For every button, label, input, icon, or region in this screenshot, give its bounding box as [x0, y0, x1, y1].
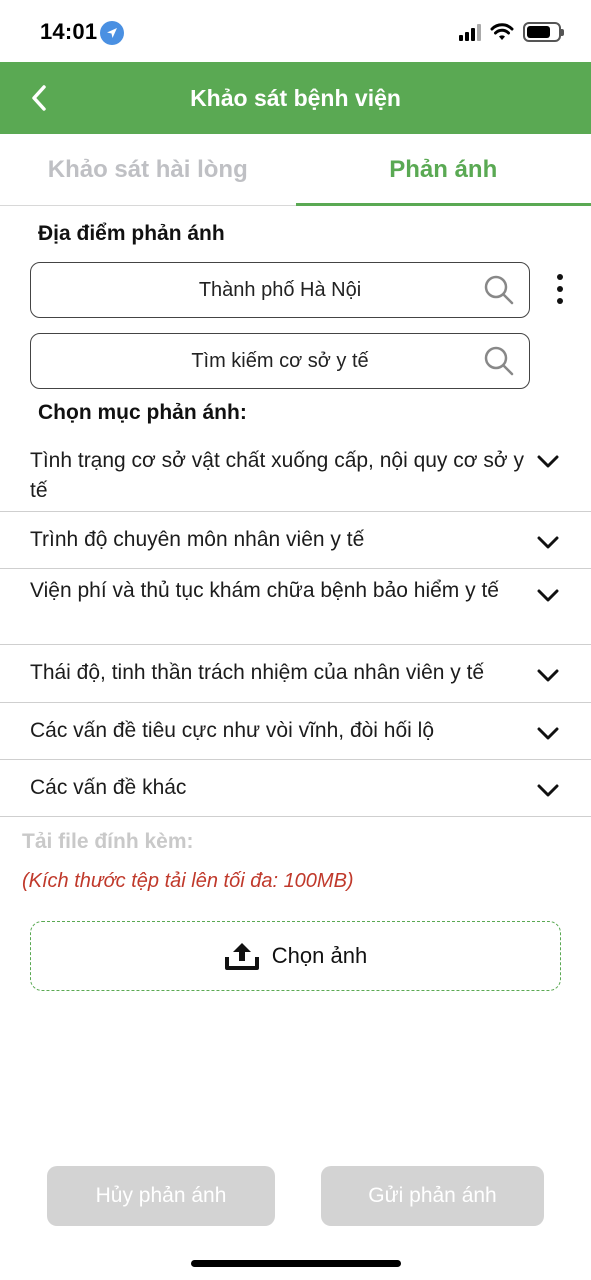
category-item-expertise[interactable]: Trình độ chuyên môn nhân viên y tế: [0, 512, 591, 569]
chevron-down-icon: [537, 589, 559, 602]
category-item-label: Các vấn đề khác: [30, 776, 187, 799]
cancel-feedback-button[interactable]: Hủy phản ánh: [47, 1166, 275, 1226]
category-item-facilities[interactable]: Tình trạng cơ sở vật chất xuống cấp, nội…: [0, 432, 591, 512]
location-label: Địa điểm phản ánh: [38, 222, 225, 245]
attachment-size-note: (Kích thước tệp tải lên tối đa: 100MB): [22, 870, 354, 892]
category-item-fees[interactable]: Viện phí và thủ tục khám chữa bệnh bảo h…: [0, 569, 591, 645]
category-item-other[interactable]: Các vấn đề khác: [0, 760, 591, 817]
chevron-down-icon: [537, 536, 559, 549]
status-icons: [459, 22, 564, 42]
choose-image-label: Chọn ảnh: [271, 943, 368, 968]
submit-feedback-button[interactable]: Gửi phản ánh: [321, 1166, 544, 1226]
tab-satisfaction-survey[interactable]: Khảo sát hài lòng: [0, 134, 296, 205]
back-button[interactable]: [22, 80, 56, 116]
cellular-signal-icon: [459, 23, 481, 41]
more-vertical-icon: [557, 274, 563, 280]
category-item-label: Viện phí và thủ tục khám chữa bệnh bảo h…: [30, 579, 499, 602]
facility-placeholder: Tìm kiếm cơ sở y tế: [191, 349, 369, 372]
choose-image-button[interactable]: Chọn ảnh: [30, 921, 561, 991]
app-header: Khảo sát bệnh viện: [0, 62, 591, 134]
location-services-icon: [100, 21, 124, 45]
wifi-icon: [490, 23, 514, 40]
category-item-attitude[interactable]: Thái độ, tinh thần trách nhiệm của nhân …: [0, 645, 591, 703]
home-indicator: [191, 1260, 401, 1267]
category-item-label: Tình trạng cơ sở vật chất xuống cấp, nội…: [30, 449, 524, 502]
status-bar: 14:01: [0, 0, 591, 62]
category-list: Tình trạng cơ sở vật chất xuống cấp, nội…: [0, 432, 591, 817]
city-value: Thành phố Hà Nội: [198, 278, 362, 301]
chevron-left-icon: [32, 85, 46, 111]
chevron-down-icon: [537, 784, 559, 797]
category-item-label: Trình độ chuyên môn nhân viên y tế: [30, 528, 365, 551]
upload-icon: [224, 943, 259, 970]
status-time: 14:01: [40, 19, 98, 44]
chevron-down-icon: [537, 727, 559, 740]
category-item-label: Các vấn đề tiêu cực như vòi vĩnh, đòi hố…: [30, 719, 435, 742]
more-options-button[interactable]: [550, 272, 570, 306]
page-title: Khảo sát bệnh viện: [190, 84, 401, 111]
attachment-label: Tải file đính kèm:: [22, 830, 194, 853]
category-item-label: Thái độ, tinh thần trách nhiệm của nhân …: [30, 661, 485, 684]
facility-search-field[interactable]: Tìm kiếm cơ sở y tế: [30, 333, 530, 389]
battery-icon: [523, 22, 564, 42]
chevron-down-icon: [537, 669, 559, 682]
tab-bar: Khảo sát hài lòng Phản ánh: [0, 134, 591, 206]
category-label: Chọn mục phản ánh:: [38, 401, 247, 424]
search-icon[interactable]: [483, 345, 515, 377]
search-icon[interactable]: [483, 274, 515, 306]
tab-feedback[interactable]: Phản ánh: [295, 134, 591, 206]
city-select-field[interactable]: Thành phố Hà Nội: [30, 262, 530, 318]
chevron-down-icon: [537, 455, 559, 468]
category-item-corruption[interactable]: Các vấn đề tiêu cực như vòi vĩnh, đòi hố…: [0, 703, 591, 760]
